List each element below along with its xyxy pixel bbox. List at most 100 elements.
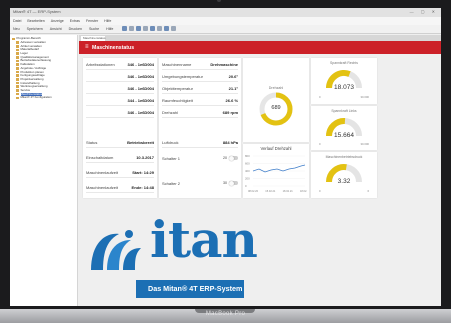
switch-label: Schalter 1 — [162, 155, 181, 161]
info-row: 346 - 1e6D004 — [86, 108, 154, 118]
info-value: 344 - 1e6D004 — [127, 98, 154, 103]
drehzahl-title: Drehzahl — [268, 86, 284, 90]
refresh-icon[interactable] — [150, 26, 155, 31]
gauge-card-druck: Maschinenbetriebsdruck 3.32 0 6 — [311, 152, 377, 198]
status-value: Start: 14:29 — [132, 170, 154, 175]
switch-row: Schalter 1 20 — [162, 153, 238, 163]
folder-icon — [16, 52, 19, 55]
folder-icon — [16, 67, 19, 70]
status-row: Einschaltdatum 10.3.2017 — [86, 153, 154, 163]
toolbar-item-hilfe[interactable]: Hilfe — [106, 27, 113, 31]
info-row: 346 - 1e6D004 — [86, 84, 154, 94]
info-value: 346 - 1e6D004 — [127, 62, 154, 67]
info-value: 346 - 1e6D004 — [127, 86, 154, 91]
status-label: Maschinenlaufzeit — [86, 170, 119, 175]
sensor-value: Drehmaschine — [210, 62, 238, 67]
gauge-min: 0 — [319, 95, 321, 99]
x-tick-label: 18.02.21 — [283, 189, 294, 193]
toolbar: Neu Speichern Ansicht Drucken Suche Hilf… — [10, 25, 441, 34]
menu-item-extras[interactable]: Extras — [70, 19, 80, 23]
gauge-value: 18.073 — [334, 84, 354, 91]
status-row: Status Betriebsbereit — [86, 138, 154, 148]
window-titlebar: Mitan® 4T — ERP-System — ▢ ✕ — [10, 8, 441, 17]
machine-info-card: Arbeitsstationen 346 - 1e6D004 346 - 1e6… — [83, 58, 157, 198]
x-tick-label: 18.02.22 — [300, 189, 307, 193]
gauge-max: 30.000 — [360, 142, 369, 146]
menu-item-datei[interactable]: Datei — [13, 19, 21, 23]
status-label: Einschaltdatum — [86, 155, 114, 160]
switch-label: Schalter 2 — [162, 180, 181, 186]
drehzahl-card: Drehzahl 689 — [243, 58, 309, 142]
toolbar-item-ansicht[interactable]: Ansicht — [50, 27, 62, 31]
new-icon[interactable] — [122, 26, 127, 31]
menu-item-hilfe[interactable]: Hilfe — [104, 19, 111, 23]
gauge-card-rechts: Spannkraft Rechts 18.073 0 30.000 — [311, 58, 377, 104]
switch-toggle[interactable] — [229, 180, 238, 186]
drehzahl-history-card: Verlauf Drehzahl 800 600 400 200 0 08.02.20 15… — [243, 144, 309, 198]
y-tick-label: 600 — [245, 162, 250, 166]
tree-item[interactable]: Mitan® 4T Konfiguration — [12, 96, 75, 100]
machine-sensor-card: Maschinenname Drehmaschine Umgebungstemp… — [159, 58, 241, 198]
toolbar-item-neu[interactable]: Neu — [13, 27, 20, 31]
folder-icon — [16, 89, 19, 92]
drehzahl-line-chart: 800 600 400 200 008.02.20 15.02.21 18.02.21 18.… — [245, 154, 307, 193]
folder-icon — [16, 48, 19, 52]
menu-item-bearbeiten[interactable]: Bearbeiten — [27, 19, 44, 23]
switch-value: 30 — [223, 181, 227, 185]
sensor-value: 689 rpm — [222, 110, 238, 115]
folder-icon — [16, 70, 19, 74]
folder-icon — [16, 78, 19, 81]
folder-icon — [16, 96, 19, 100]
sensor-label: Umgebungstemperatur — [162, 74, 203, 79]
filter-icon[interactable] — [157, 26, 162, 31]
gauge-max: 6 — [367, 189, 369, 193]
search-icon[interactable] — [143, 26, 148, 31]
status-row: Maschinenlaufzeit Ende: 14:48 — [86, 183, 154, 193]
gauge-value: 3.32 — [337, 178, 351, 185]
toolbar-item-suche[interactable]: Suche — [89, 27, 99, 31]
info-label: Arbeitsstationen — [86, 62, 115, 67]
sensor-row: Luftdruck 884 hPa — [162, 138, 238, 148]
folder-icon — [16, 74, 19, 78]
sensor-row: Objekttemperatur 21.1° — [162, 84, 238, 94]
navigation-tree: Programm-Bereich Adressen verwalten Artike… — [10, 35, 78, 306]
y-tick-label: 0 — [245, 184, 247, 188]
menu-item-anzeige[interactable]: Anzeige — [51, 19, 64, 23]
x-tick-label: 08.02.20 — [248, 189, 259, 193]
save-icon[interactable] — [129, 26, 134, 31]
device-model-label: MacBook Pro — [205, 311, 246, 317]
gauge-min: 0 — [319, 142, 321, 146]
sensor-value: 884 hPa — [222, 140, 238, 145]
gauge-title: Maschinenbetriebsdruck — [325, 155, 363, 159]
y-tick-label: 200 — [245, 177, 250, 181]
status-row: Maschinenlaufzeit Start: 14:29 — [86, 168, 154, 178]
help-icon[interactable] — [171, 26, 176, 31]
chart-title: Verlauf Drehzahl — [260, 146, 292, 151]
gauge-max: 30.000 — [360, 95, 369, 99]
export-icon[interactable] — [164, 26, 169, 31]
tree-item-label: Mitan® 4T Konfiguration — [20, 95, 52, 100]
switch-toggle[interactable] — [229, 155, 238, 161]
sensor-label: Luftdruck — [162, 140, 179, 145]
y-tick-label: 800 — [245, 154, 250, 158]
info-row: 346 - 1e6D004 — [86, 72, 154, 82]
brand-slogan: Das Mitan® 4T ERP-System — [148, 284, 243, 293]
info-row: 344 - 1e6D004 — [86, 96, 154, 106]
camera-icon — [217, 0, 221, 2]
y-tick-label: 400 — [245, 169, 250, 173]
gauge-min: 0 — [319, 189, 321, 193]
gauge-title: Spannkraft Links — [331, 109, 357, 113]
hamburger-menu-icon[interactable]: ≡ — [85, 44, 89, 50]
toolbar-item-speichern[interactable]: Speichern — [27, 27, 43, 31]
print-icon[interactable] — [136, 26, 141, 31]
sensor-row: Raumfeuchtigkeit 26.6 % — [162, 96, 238, 106]
folder-icon — [16, 85, 19, 89]
folder-icon — [16, 44, 19, 48]
window-controls[interactable]: — ▢ ✕ — [410, 9, 438, 14]
sensor-label: Drehzahl — [162, 110, 179, 115]
gauge-card-links: Spannkraft Links 15.664 0 30.000 — [311, 106, 377, 150]
menu-item-fenster[interactable]: Fenster — [86, 19, 98, 23]
gauge-title: Spannkraft Rechts — [330, 61, 358, 65]
page-header: ≡ Maschinenstatus — [79, 41, 441, 54]
toolbar-item-drucken[interactable]: Drucken — [69, 27, 82, 31]
